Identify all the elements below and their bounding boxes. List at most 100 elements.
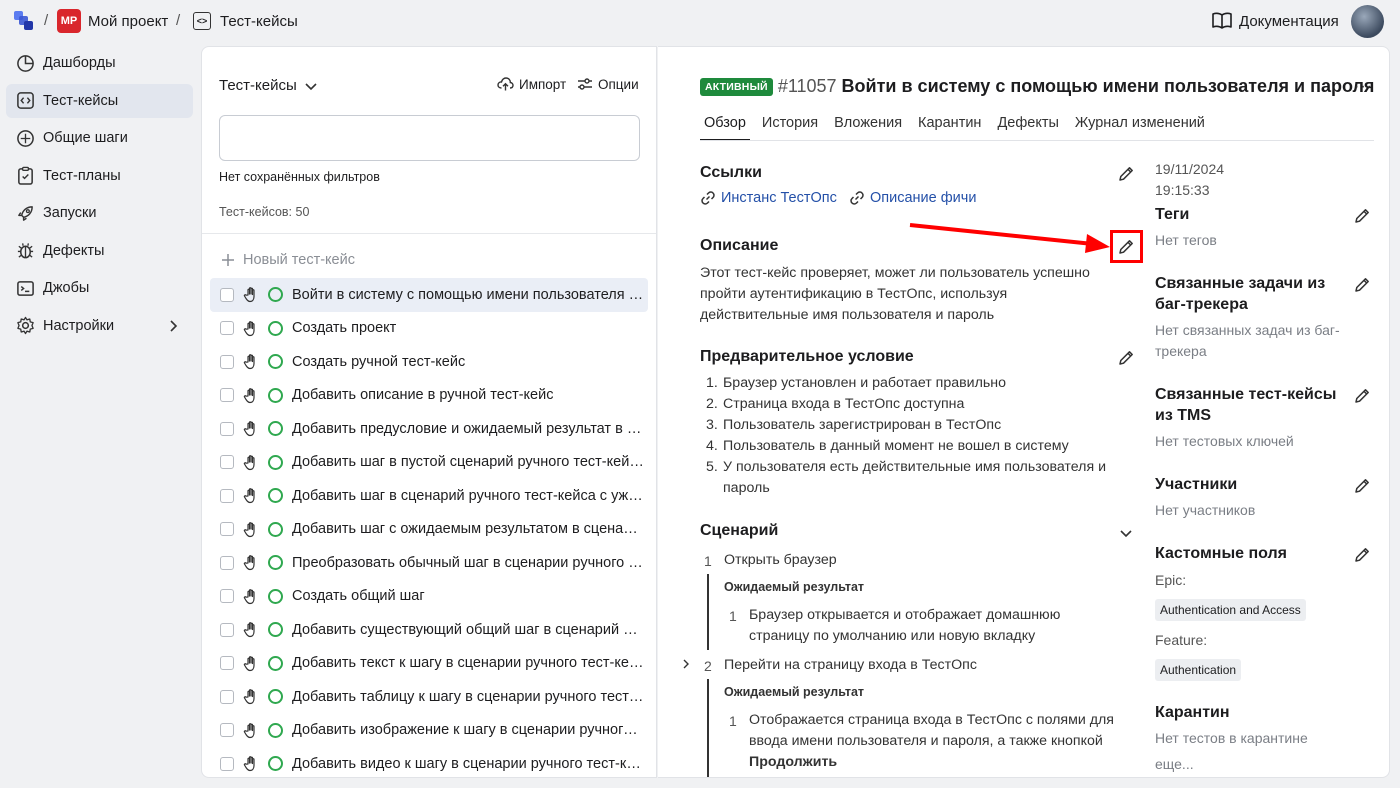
row-checkbox[interactable] <box>220 522 234 537</box>
test-case-row[interactable]: Добавить изображение к шагу в сценарии р… <box>210 714 648 748</box>
divider <box>202 233 656 234</box>
status-circle-icon <box>268 722 283 738</box>
avatar[interactable] <box>1351 5 1384 38</box>
members-value: Нет участников <box>1155 502 1256 518</box>
sidebar-item-shared-steps[interactable]: Общие шаги <box>6 121 193 155</box>
app-logo-icon[interactable] <box>13 10 35 32</box>
edit-tms-pencil-icon[interactable] <box>1353 387 1371 405</box>
test-case-row[interactable]: Создать проект <box>210 312 648 346</box>
test-case-row[interactable]: Добавить текст к шагу в сценарии ручного… <box>210 647 648 681</box>
row-checkbox[interactable] <box>220 723 234 738</box>
sidebar-item-label: Дашборды <box>43 55 116 71</box>
created-time: 19:15:33 <box>1155 182 1210 198</box>
sidebar-item-test-cases[interactable]: Тест-кейсы <box>6 83 193 118</box>
link-feature-description[interactable]: Описание фичи <box>849 190 976 206</box>
manual-hand-icon <box>243 454 260 471</box>
chevron-right-icon[interactable] <box>680 658 692 670</box>
test-case-row[interactable]: Преобразовать обычный шаг в сценарии руч… <box>210 546 648 580</box>
status-circle-icon <box>268 555 283 571</box>
test-case-row[interactable]: Добавить шаг в сценарий ручного тест-кей… <box>210 479 648 513</box>
options-button[interactable]: Опции <box>577 76 639 92</box>
tab-defects[interactable]: Дефекты <box>993 115 1062 141</box>
test-case-name: Добавить шаг в пустой сценарий ручного т… <box>292 454 644 471</box>
test-case-row[interactable]: Добавить видео к шагу в сценарии ручного… <box>210 747 648 781</box>
sidebar-item-launches[interactable]: Запуски <box>6 196 193 230</box>
edit-custom-fields-pencil-icon[interactable] <box>1353 546 1371 564</box>
annotation-highlight-box <box>1110 230 1143 263</box>
tab-quarantine[interactable]: Карантин <box>914 115 985 141</box>
project-badge[interactable]: MP <box>57 9 81 33</box>
test-case-row[interactable]: Добавить описание в ручной тест-кейс <box>210 379 648 413</box>
precondition-section-title: Предварительное условие <box>700 348 914 365</box>
sidebar-item-label: Джобы <box>43 280 90 296</box>
list-title-dropdown[interactable]: Тест-кейсы <box>219 77 319 94</box>
row-checkbox[interactable] <box>220 287 234 302</box>
step-text: Открыть браузер <box>724 552 837 568</box>
edit-tags-pencil-icon[interactable] <box>1353 207 1371 225</box>
test-case-row[interactable]: Добавить шаг в пустой сценарий ручного т… <box>210 446 648 480</box>
epic-label: Epic: <box>1155 572 1187 588</box>
status-circle-icon <box>268 287 283 303</box>
row-checkbox[interactable] <box>220 656 234 671</box>
list-item-number: 1. <box>706 375 718 391</box>
tab-history[interactable]: История <box>758 115 822 141</box>
quarantine-more-link[interactable]: еще... <box>1155 754 1355 775</box>
tab-attachments[interactable]: Вложения <box>830 115 906 141</box>
chevron-down-icon[interactable] <box>1118 525 1134 541</box>
row-checkbox[interactable] <box>220 488 234 503</box>
test-case-detail-panel: АКТИВНЫЙ #11057 Войти в систему с помощь… <box>658 46 1390 778</box>
test-case-row[interactable]: Войти в систему с помощью имени пользова… <box>210 278 648 312</box>
link-testops-instance[interactable]: Инстанс ТестОпс <box>700 190 837 206</box>
chevron-right-icon[interactable] <box>165 318 181 334</box>
link-icon <box>850 191 864 205</box>
sidebar-item-jobs[interactable]: Джобы <box>6 271 193 305</box>
detail-tabs: Обзор История Вложения Карантин Дефекты … <box>700 115 1217 141</box>
breadcrumb-project[interactable]: Мой проект <box>88 13 168 30</box>
row-checkbox[interactable] <box>220 455 234 470</box>
row-checkbox[interactable] <box>220 589 234 604</box>
sidebar-item-test-plans[interactable]: Тест-планы <box>6 159 193 193</box>
test-case-row[interactable]: Добавить шаг с ожидаемым результатом в с… <box>210 513 648 547</box>
test-case-row[interactable]: Создать общий шаг <box>210 580 648 614</box>
row-checkbox[interactable] <box>220 421 234 436</box>
import-button[interactable]: Импорт <box>497 76 566 92</box>
row-checkbox[interactable] <box>220 756 234 771</box>
filter-input[interactable] <box>219 115 640 161</box>
test-case-row[interactable]: Добавить предусловие и ожидаемый результ… <box>210 412 648 446</box>
documentation-link[interactable]: Документация <box>1212 12 1339 30</box>
edit-links-pencil-icon[interactable] <box>1117 165 1135 183</box>
book-icon <box>1212 12 1232 29</box>
gear-icon <box>15 316 35 336</box>
edit-precondition-pencil-icon[interactable] <box>1117 349 1135 367</box>
test-case-row[interactable]: Добавить существующий общий шаг в сценар… <box>210 613 648 647</box>
row-checkbox[interactable] <box>220 321 234 336</box>
list-item-text: Браузер установлен и работает правильно <box>723 375 1006 391</box>
test-case-row[interactable]: Добавить таблицу к шагу в сценарии ручно… <box>210 680 648 714</box>
edit-members-pencil-icon[interactable] <box>1353 477 1371 495</box>
tab-overview[interactable]: Обзор <box>700 115 750 141</box>
edit-issues-pencil-icon[interactable] <box>1353 276 1371 294</box>
row-checkbox[interactable] <box>220 622 234 637</box>
new-test-case-button[interactable]: Новый тест-кейс <box>221 252 355 268</box>
sidebar-item-dashboards[interactable]: Дашборды <box>6 46 193 80</box>
row-checkbox[interactable] <box>220 555 234 570</box>
row-checkbox[interactable] <box>220 388 234 403</box>
epic-chip: Authentication and Access <box>1155 599 1306 621</box>
scenario-section-title: Сценарий <box>700 522 779 539</box>
manual-hand-icon <box>243 387 260 404</box>
sidebar-item-defects[interactable]: Дефекты <box>6 234 193 268</box>
sidebar: Дашборды Тест-кейсы Общие шаги Тест-план… <box>6 46 193 346</box>
custom-fields-title: Кастомные поля <box>1155 545 1287 562</box>
breadcrumb-section[interactable]: Тест-кейсы <box>220 13 298 30</box>
status-circle-icon <box>268 320 283 336</box>
tab-changelog[interactable]: Журнал изменений <box>1071 115 1209 141</box>
row-checkbox[interactable] <box>220 354 234 369</box>
tms-value: Нет тестовых ключей <box>1155 433 1294 449</box>
created-date: 19/11/2024 <box>1155 161 1225 177</box>
test-case-row[interactable]: Создать ручной тест-кейс <box>210 345 648 379</box>
test-case-title: Войти в систему с помощью имени пользова… <box>841 76 1375 96</box>
manual-hand-icon <box>243 655 260 672</box>
sidebar-item-settings[interactable]: Настройки <box>6 309 193 343</box>
more-menu-button[interactable]: ··· <box>1354 78 1373 96</box>
row-checkbox[interactable] <box>220 689 234 704</box>
